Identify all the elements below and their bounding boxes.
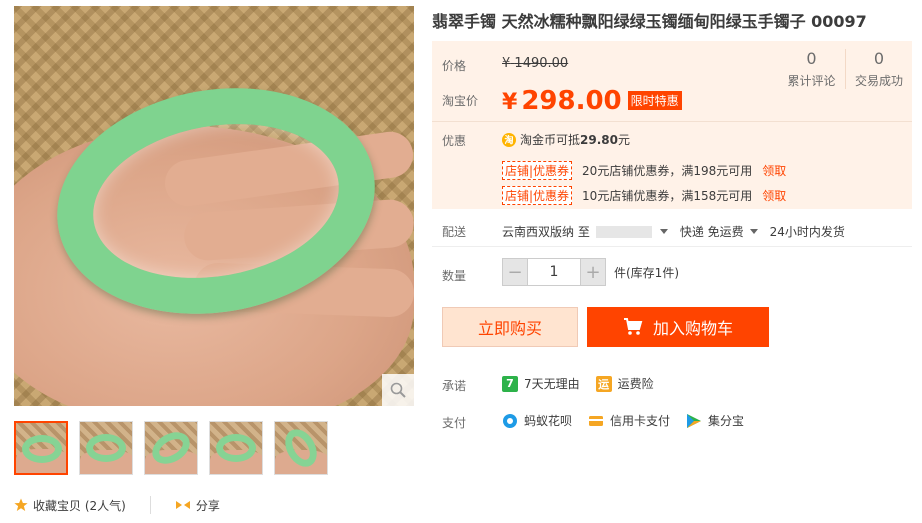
divider bbox=[432, 121, 912, 122]
divider bbox=[149, 496, 151, 514]
shipping-method[interactable]: 快递 免运费 bbox=[680, 223, 744, 240]
thumbnail-2[interactable] bbox=[79, 421, 133, 475]
thumbnail-4[interactable] bbox=[209, 421, 263, 475]
share-label: 分享 bbox=[195, 498, 220, 513]
add-to-cart-label: 加入购物车 bbox=[652, 319, 733, 338]
thumbnail-3[interactable] bbox=[144, 421, 198, 475]
quantity-input[interactable]: 1 bbox=[528, 258, 580, 286]
star-icon bbox=[14, 498, 28, 511]
promise-row: 承诺 7 7天无理由 运 运费险 bbox=[432, 375, 912, 395]
share-icon bbox=[175, 501, 190, 509]
favorite-button[interactable]: 收藏宝贝 (2人气) bbox=[14, 497, 126, 514]
stats: 0 累计评论 0 交易成功 bbox=[778, 49, 912, 89]
quantity-row: 数量 − 1 + 件(库存1件) bbox=[432, 258, 912, 288]
taobao-price-value: 298.00 bbox=[521, 86, 622, 116]
thumbnail-1[interactable] bbox=[14, 421, 68, 475]
stat-transactions[interactable]: 0 交易成功 bbox=[845, 49, 912, 89]
thumbnail-strip bbox=[14, 421, 328, 475]
pay-credit-card[interactable]: 信用卡支付 bbox=[588, 412, 670, 429]
thumbnail-5[interactable] bbox=[274, 421, 328, 475]
coupon-row: 店铺|优惠券 20元店铺优惠券，满198元可用 领取 bbox=[502, 161, 786, 180]
main-product-image[interactable] bbox=[14, 6, 414, 406]
destination-select[interactable] bbox=[595, 225, 652, 238]
claim-coupon-link[interactable]: 领取 bbox=[762, 187, 786, 204]
share-button[interactable]: 分享 bbox=[175, 497, 220, 514]
social-bar: 收藏宝贝 (2人气) 分享 bbox=[14, 496, 220, 514]
pay-jifenbao[interactable]: 集分宝 bbox=[686, 412, 744, 429]
stock-info: 件(库存1件) bbox=[614, 265, 679, 280]
promise-7day[interactable]: 7 7天无理由 bbox=[502, 375, 580, 392]
promo-label: 优惠 bbox=[442, 134, 467, 148]
claim-coupon-link[interactable]: 领取 bbox=[762, 162, 786, 179]
shipping-row: 配送 云南西双版纳 至 快递 免运费 24小时内发货 bbox=[432, 217, 912, 247]
shipping-label: 配送 bbox=[442, 225, 467, 239]
taojinbi-offer: 淘 淘金币可抵 29.80 元 bbox=[502, 131, 630, 148]
seven-days-icon: 7 bbox=[502, 375, 518, 392]
stat-reviews[interactable]: 0 累计评论 bbox=[778, 49, 845, 89]
favorite-label: 收藏宝贝 (2人气) bbox=[33, 498, 126, 513]
cart-icon bbox=[623, 318, 643, 335]
chevron-down-icon[interactable] bbox=[749, 229, 758, 234]
huabei-icon bbox=[503, 413, 517, 428]
price-panel: 价格 ¥ 1490.00 0 累计评论 0 交易成功 淘宝价 ¥ 298.00 … bbox=[432, 41, 912, 209]
jifenbao-icon bbox=[687, 413, 702, 428]
credit-card-icon bbox=[589, 415, 604, 426]
price-label: 价格 bbox=[442, 59, 467, 73]
taobao-price-label: 淘宝价 bbox=[442, 94, 479, 108]
payment-row: 支付 蚂蚁花呗 信用卡支付 集分宝 bbox=[432, 412, 912, 432]
quantity-label: 数量 bbox=[442, 269, 467, 283]
increase-button[interactable]: + bbox=[580, 258, 606, 286]
shipping-insurance-icon: 运 bbox=[595, 375, 612, 392]
limited-offer-badge: 限时特惠 bbox=[627, 91, 682, 110]
zoom-button[interactable] bbox=[382, 374, 414, 406]
promise-shipping-insurance[interactable]: 运 运费险 bbox=[595, 375, 654, 392]
coupon-badge: 店铺|优惠券 bbox=[502, 186, 573, 205]
coupon-desc: 10元店铺优惠券，满158元可用 bbox=[582, 189, 753, 203]
magnifier-icon bbox=[390, 382, 406, 398]
taojinbi-icon: 淘 bbox=[502, 132, 516, 147]
dispatch-time: 24小时内发货 bbox=[769, 225, 845, 239]
payment-label: 支付 bbox=[442, 416, 467, 430]
add-to-cart-button[interactable]: 加入购物车 bbox=[587, 307, 769, 347]
taobao-price: ¥ 298.00 限时特惠 bbox=[502, 86, 682, 116]
quantity-stepper: − 1 + 件(库存1件) bbox=[502, 258, 679, 286]
decrease-button[interactable]: − bbox=[502, 258, 528, 286]
original-price: ¥ 1490.00 bbox=[502, 56, 569, 71]
promise-label: 承诺 bbox=[442, 379, 467, 393]
buy-now-button[interactable]: 立即购买 bbox=[442, 307, 578, 347]
chevron-down-icon[interactable] bbox=[659, 229, 668, 234]
coupon-row: 店铺|优惠券 10元店铺优惠券，满158元可用 领取 bbox=[502, 186, 786, 205]
coupon-badge: 店铺|优惠券 bbox=[502, 161, 573, 180]
product-title: 翡翠手镯 天然冰糯种飘阳绿绿玉镯缅甸阳绿玉手镯子 00097 bbox=[432, 12, 867, 31]
coupon-desc: 20元店铺优惠券，满198元可用 bbox=[582, 164, 753, 178]
pay-huabei[interactable]: 蚂蚁花呗 bbox=[502, 412, 572, 429]
ship-from: 云南西双版纳 至 bbox=[502, 225, 590, 239]
